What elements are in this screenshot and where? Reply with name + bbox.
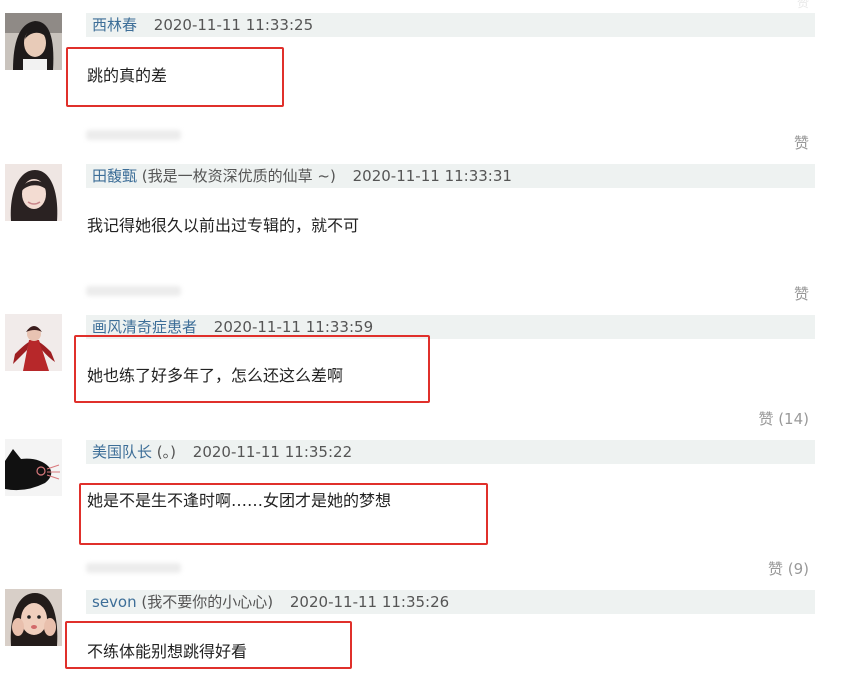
user-note: (我不要你的小心心): [141, 593, 274, 611]
username-link[interactable]: 西林春: [92, 16, 137, 34]
timestamp: 2020-11-11 11:33:25: [153, 16, 314, 34]
timestamp: 2020-11-11 11:33:59: [213, 318, 374, 336]
like-button[interactable]: 赞: [794, 283, 809, 304]
comment-header: 美国队长 (。) 2020-11-11 11:35:22: [86, 440, 815, 464]
blurred-reply-bar: [86, 563, 181, 573]
avatar-woman-dark-hair-icon: [5, 13, 62, 70]
blurred-reply-bar: [86, 286, 181, 296]
avatar[interactable]: [5, 314, 62, 371]
username-link[interactable]: 美国队长: [92, 443, 152, 461]
username-link[interactable]: 画风清奇症患者: [92, 318, 197, 336]
user-note: (。): [156, 443, 177, 461]
comment-header: 画风清奇症患者 2020-11-11 11:33:59: [86, 315, 815, 339]
avatar-black-cat-icon: [5, 439, 62, 496]
comment-text: 她也练了好多年了，怎么还这么差啊: [87, 366, 344, 385]
like-button[interactable]: 赞: [794, 132, 809, 153]
avatar[interactable]: [5, 13, 62, 70]
comment-text: 跳的真的差: [87, 66, 168, 85]
timestamp: 2020-11-11 11:33:31: [352, 167, 512, 185]
avatar-red-dress-icon: [5, 314, 62, 371]
comment-header: sevon (我不要你的小心心) 2020-11-11 11:35:26: [86, 590, 815, 614]
avatar-woman-long-hair-icon: [5, 164, 62, 221]
comment-text: 不练体能别想跳得好看: [87, 642, 248, 661]
username-link[interactable]: sevon: [92, 593, 137, 611]
comment-text: 她是不是生不逢时啊……女团才是她的梦想: [87, 491, 392, 510]
user-note: (我是一枚资深优质的仙草 ~): [141, 167, 336, 185]
timestamp: 2020-11-11 11:35:26: [289, 593, 450, 611]
timestamp: 2020-11-11 11:35:22: [192, 443, 353, 461]
comment-header: 西林春 2020-11-11 11:33:25: [86, 13, 815, 37]
comment-header: 田馥甄 (我是一枚资深优质的仙草 ~) 2020-11-11 11:33:31: [86, 164, 815, 188]
comment-text: 我记得她很久以前出过专辑的，就不可: [87, 216, 360, 235]
like-button[interactable]: 赞 (9): [768, 558, 809, 579]
like-button[interactable]: 赞 (14): [758, 408, 809, 429]
like-fragment-top: 赞: [796, 0, 809, 10]
avatar-woman-hands-on-face-icon: [5, 589, 62, 646]
avatar[interactable]: [5, 439, 62, 496]
avatar[interactable]: [5, 589, 62, 646]
username-link[interactable]: 田馥甄: [92, 167, 137, 185]
avatar[interactable]: [5, 164, 62, 221]
blurred-reply-bar: [86, 130, 181, 140]
